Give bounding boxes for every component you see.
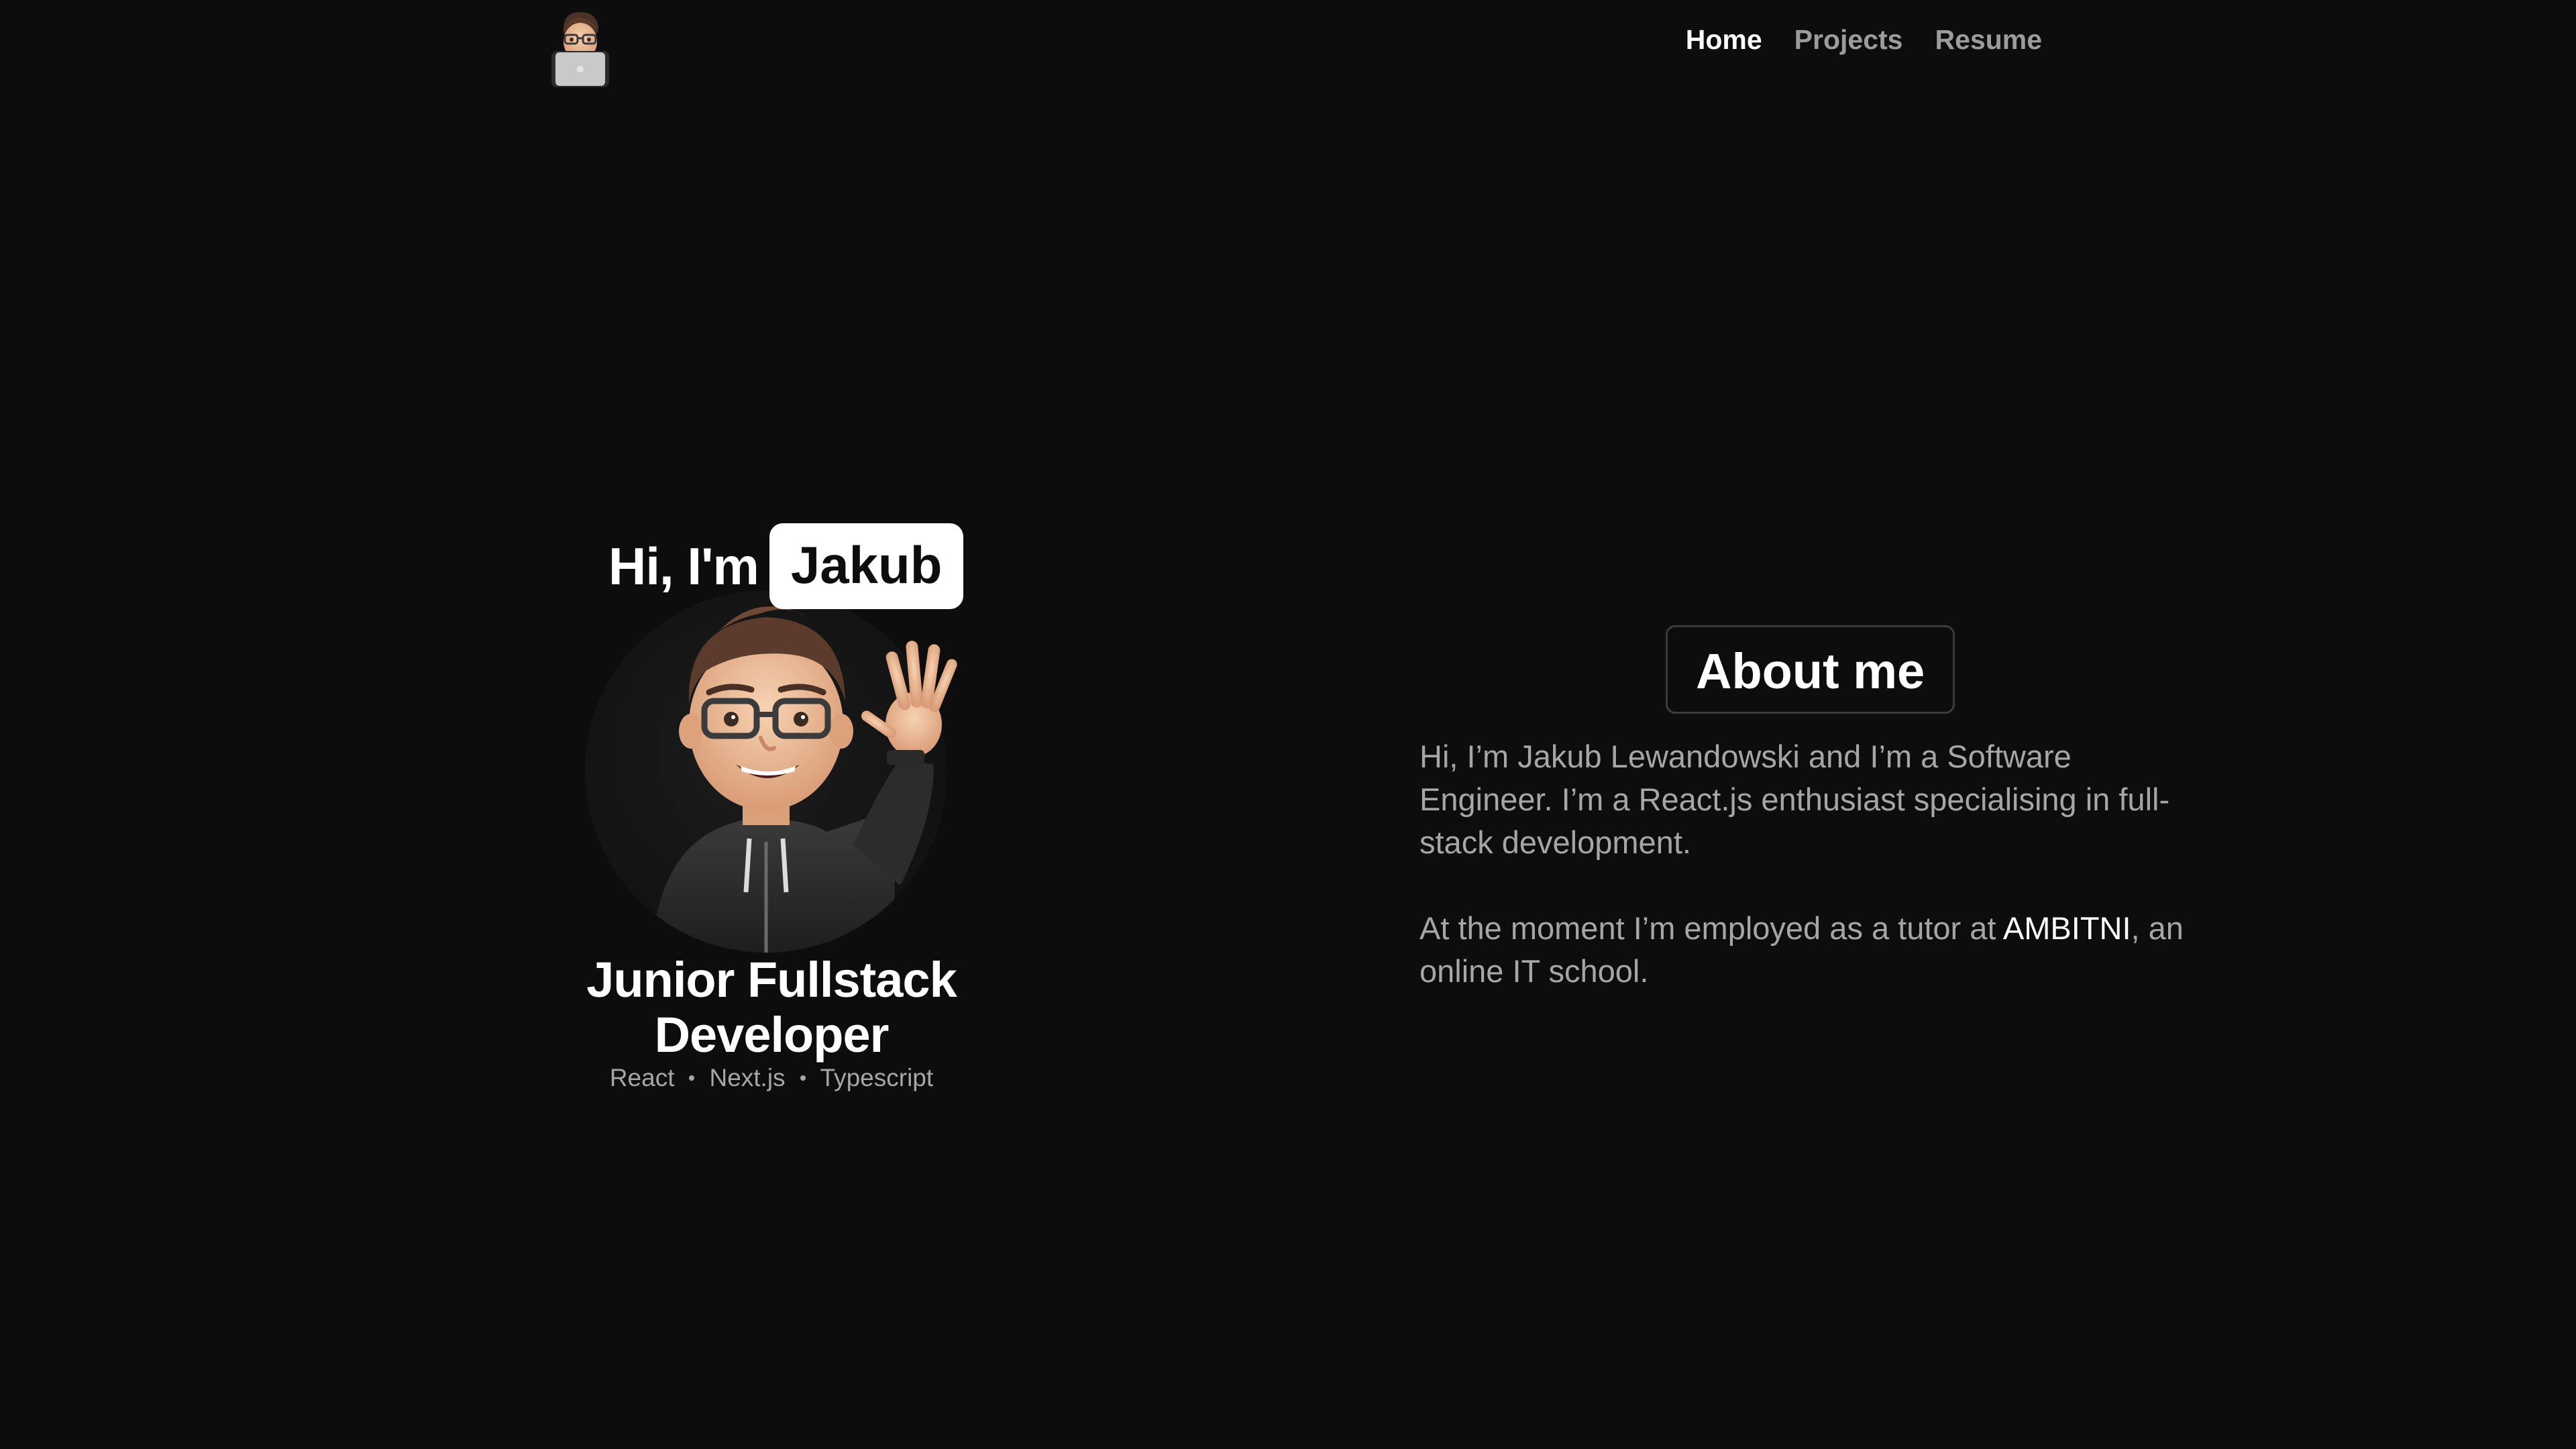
- greeting: Hi, I'm Jakub: [608, 523, 964, 609]
- about-title: About me: [1666, 625, 1955, 714]
- about-paragraph-1: Hi, I’m Jakub Lewandowski and I’m a Soft…: [1419, 739, 2170, 860]
- greeting-prefix: Hi, I'm: [608, 536, 759, 596]
- ambitni-link[interactable]: AMBITNI: [2003, 910, 2131, 946]
- nav-link-home[interactable]: Home: [1686, 24, 1762, 56]
- nav-link-resume[interactable]: Resume: [1935, 24, 2042, 56]
- separator-dot-icon: [800, 1075, 806, 1081]
- tech-stack-item: React: [609, 1064, 675, 1091]
- main-nav: Home Projects Resume: [1686, 24, 2042, 56]
- page: Home Projects Resume Hi, I'm Jakub Junio…: [0, 0, 2576, 1449]
- hero-section: Hi, I'm Jakub Junior Fullstack Developer…: [570, 523, 973, 1114]
- about-content: Hi, I’m Jakub Lewandowski and I’m a Soft…: [1419, 735, 2201, 1036]
- job-title-line1: Junior Fullstack: [586, 952, 957, 1008]
- about-paragraph-2: At the moment I’m employed as a tutor at…: [1419, 907, 2201, 993]
- tech-stack-item: Typescript: [820, 1064, 934, 1091]
- nav-link-projects[interactable]: Projects: [1794, 24, 1903, 56]
- job-title: Junior Fullstack Developer: [570, 953, 973, 1063]
- tech-stack: React Next.js Typescript: [570, 1064, 973, 1092]
- job-title-line2: Developer: [654, 1007, 890, 1063]
- about-paragraph-2-start: At the moment I’m employed as a tutor at: [1419, 910, 2003, 946]
- logo-memoji-icon[interactable]: [543, 8, 617, 87]
- tech-stack-item: Next.js: [709, 1064, 786, 1091]
- name-badge: Jakub: [769, 523, 964, 609]
- separator-dot-icon: [689, 1075, 695, 1081]
- memoji-waving-icon: [585, 577, 961, 953]
